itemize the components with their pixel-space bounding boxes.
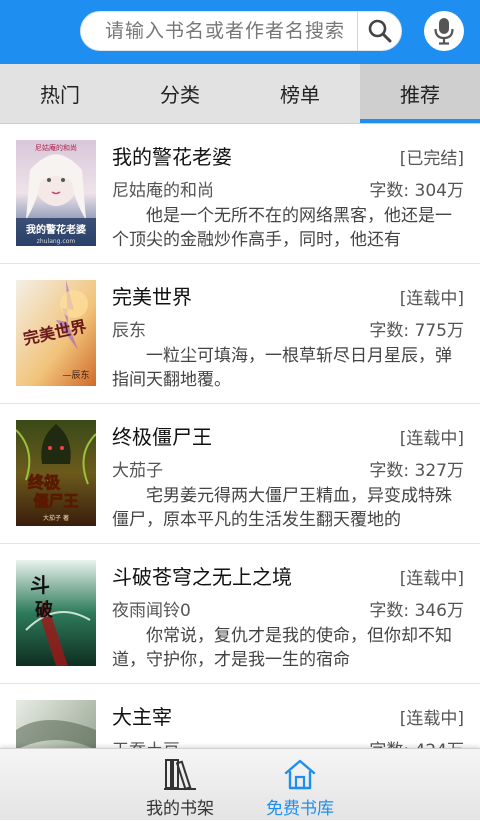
search-input[interactable] xyxy=(105,12,355,50)
book-word-count: 字数: 775万 xyxy=(369,321,464,341)
book-description: 你常说，复仇才是我的使命，但你却不知道，守护你，才是我一生的宿命 xyxy=(112,626,452,670)
book-word-count: 字数: 346万 xyxy=(369,601,464,621)
book-cover[interactable]: 斗 破 xyxy=(16,560,96,666)
top-bar xyxy=(0,0,480,64)
cover-author-text: —辰东 xyxy=(62,369,89,381)
search-box[interactable] xyxy=(80,11,402,51)
book-author: 尼姑庵的和尚 xyxy=(112,181,214,201)
cover-title-text: 斗 xyxy=(30,573,50,597)
book-cover[interactable] xyxy=(16,700,96,750)
book-description: 他是一个无所不在的网络黑客，他还是一个顶尖的金融炒作高手，同时，他还有 xyxy=(112,206,452,250)
cover-author-text: 尼姑庵的和尚 xyxy=(35,143,77,152)
book-author: 大茄子 xyxy=(112,461,163,481)
tab-categories[interactable]: 分类 xyxy=(120,64,240,123)
nav-free-library[interactable]: 免费书库 xyxy=(240,749,360,821)
book-status: [连载中] xyxy=(399,569,464,589)
book-title[interactable]: 大主宰 xyxy=(112,701,172,730)
voice-search-button[interactable] xyxy=(424,11,464,51)
book-word-count: 字数: 304万 xyxy=(369,181,464,201)
cover-author-text: 大茄子 著 xyxy=(43,514,69,522)
book-description: 一粒尘可填海，一根草斩尽日月星辰，弹指间天翻地覆。 xyxy=(112,346,452,390)
book-item[interactable]: 尼姑庵的和尚 我的警花老婆 zhulang.com 我的警花老婆 [已完结] 尼… xyxy=(0,124,480,264)
cover-title-text: 我的警花老婆 xyxy=(26,223,86,236)
tab-rankings[interactable]: 榜单 xyxy=(240,64,360,123)
book-title[interactable]: 完美世界 xyxy=(112,281,192,310)
cover-subtitle-text: 破 xyxy=(35,599,53,621)
book-item[interactable]: 终极 僵尸王 大茄子 著 终极僵尸王 [连载中] 大茄子 字数: 327万 宅男… xyxy=(0,404,480,544)
book-status: [连载中] xyxy=(399,429,464,449)
microphone-icon xyxy=(434,18,454,45)
book-item[interactable]: 完美世界 —辰东 完美世界 [连载中] 辰东 字数: 775万 一粒尘可填海，一… xyxy=(0,264,480,404)
nav-free-library-label: 免费书库 xyxy=(266,799,334,819)
nav-bookshelf-label: 我的书架 xyxy=(146,799,214,819)
book-item[interactable]: 大主宰 [连载中] 天蚕土豆 字数: 424万 xyxy=(0,684,480,750)
nav-bookshelf[interactable]: 我的书架 xyxy=(120,749,240,821)
book-author: 辰东 xyxy=(112,321,146,341)
cover-title-text: 终极 xyxy=(28,473,61,492)
book-list: 尼姑庵的和尚 我的警花老婆 zhulang.com 我的警花老婆 [已完结] 尼… xyxy=(0,124,480,750)
book-title[interactable]: 终极僵尸王 xyxy=(112,421,212,450)
book-item[interactable]: 斗 破 斗破苍穹之无上之境 [连载中] 夜雨闻铃0 字数: 346万 你常说，复… xyxy=(0,544,480,684)
book-description: 宅男姜元得两大僵尸王精血，异变成特殊僵尸，原本平凡的生活发生翻天覆地的 xyxy=(112,486,452,530)
bottom-navigation: 我的书架 免费书库 xyxy=(0,748,480,820)
book-title[interactable]: 斗破苍穹之无上之境 xyxy=(112,561,292,590)
cover-subtitle-text: 僵尸王 xyxy=(33,492,78,510)
home-icon xyxy=(284,759,316,790)
book-cover[interactable]: 完美世界 —辰东 xyxy=(16,280,96,386)
book-status: [连载中] xyxy=(399,709,464,729)
book-status: [连载中] xyxy=(399,289,464,309)
tab-recommended[interactable]: 推荐 xyxy=(360,64,480,123)
book-cover[interactable]: 尼姑庵的和尚 我的警花老婆 zhulang.com xyxy=(16,140,96,246)
book-author: 夜雨闻铃0 xyxy=(112,601,191,621)
book-status: [已完结] xyxy=(399,149,464,169)
category-tabs: 热门 分类 榜单 推荐 xyxy=(0,64,480,124)
book-title[interactable]: 我的警花老婆 xyxy=(112,141,232,170)
search-button[interactable] xyxy=(357,11,401,51)
book-word-count: 字数: 327万 xyxy=(369,461,464,481)
book-cover[interactable]: 终极 僵尸王 大茄子 著 xyxy=(16,420,96,526)
search-icon xyxy=(368,19,391,43)
cover-site-text: zhulang.com xyxy=(37,238,76,245)
tab-hot[interactable]: 热门 xyxy=(0,64,120,123)
bookshelf-icon xyxy=(164,759,196,791)
